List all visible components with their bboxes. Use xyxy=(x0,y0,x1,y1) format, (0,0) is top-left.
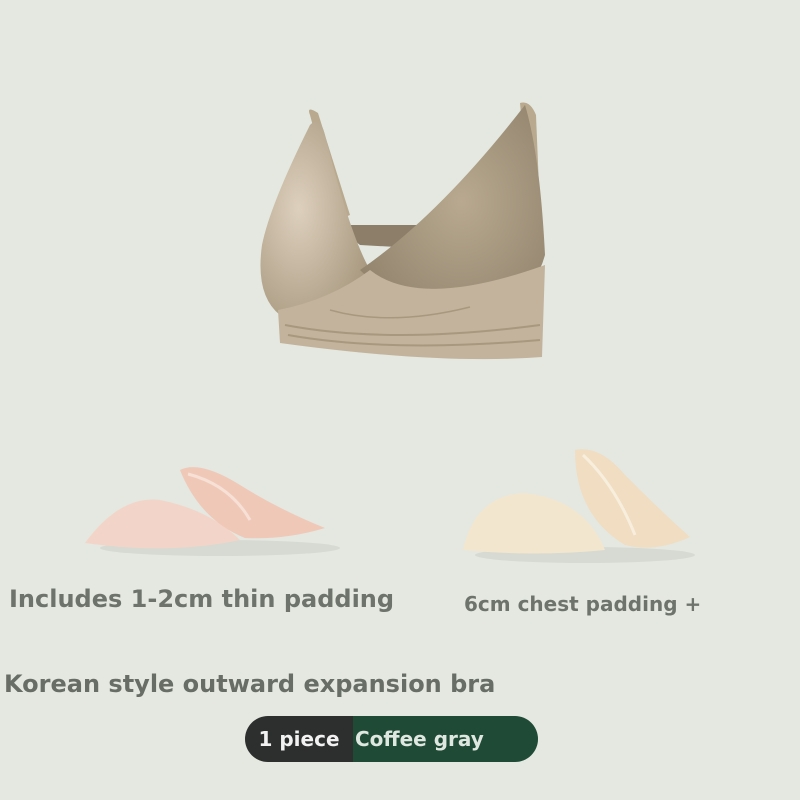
thin-padding-caption: Includes 1-2cm thin padding xyxy=(9,585,395,613)
chest-padding-caption: 6cm chest padding + xyxy=(464,592,702,616)
chest-padding-image xyxy=(463,449,695,563)
thin-padding-image xyxy=(85,467,340,556)
product-image: Includes 1-2cm thin padding 6cm chest pa… xyxy=(0,0,800,800)
product-headline: Korean style outward expansion bra xyxy=(4,670,496,698)
color-label: Coffee gray xyxy=(353,716,538,762)
option-pill: 1 piece Coffee gray xyxy=(245,716,538,762)
bra-illustration xyxy=(260,102,545,360)
quantity-label: 1 piece xyxy=(245,716,353,762)
